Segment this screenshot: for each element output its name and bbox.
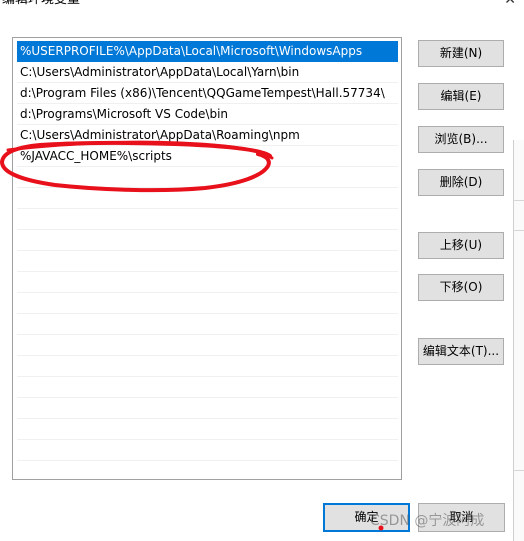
list-item-empty[interactable] xyxy=(17,167,398,188)
browse-button[interactable]: 浏览(B)... xyxy=(418,126,504,153)
list-item[interactable]: C:\Users\Administrator\AppData\Local\Yar… xyxy=(17,62,398,83)
edit-environment-variable-dialog: 编辑环境变量 ✕ %USERPROFILE%\AppData\Local\Mic… xyxy=(0,0,524,541)
edit-text-button[interactable]: 编辑文本(T)... xyxy=(418,338,504,365)
window-title: 编辑环境变量 xyxy=(2,0,80,8)
background-window-divider xyxy=(513,230,524,231)
background-window-divider xyxy=(513,200,524,201)
list-item-empty[interactable] xyxy=(17,293,398,314)
list-item-empty[interactable] xyxy=(17,440,398,461)
list-item-text: C:\Users\Administrator\AppData\Local\Yar… xyxy=(20,65,300,79)
list-item[interactable]: C:\Users\Administrator\AppData\Roaming\n… xyxy=(17,125,398,146)
edit-button[interactable]: 编辑(E) xyxy=(418,83,504,110)
list-item[interactable]: d:\Programs\Microsoft VS Code\bin xyxy=(17,104,398,125)
list-item-empty[interactable] xyxy=(17,314,398,335)
list-item-text: d:\Programs\Microsoft VS Code\bin xyxy=(20,107,229,121)
list-item-text: d:\Program Files (x86)\Tencent\QQGameTem… xyxy=(20,86,385,100)
list-item[interactable]: d:\Program Files (x86)\Tencent\QQGameTem… xyxy=(17,83,398,104)
new-button[interactable]: 新建(N) xyxy=(418,40,504,67)
list-item[interactable]: %JAVACC_HOME%\scripts xyxy=(17,146,398,167)
list-item-text: C:\Users\Administrator\AppData\Roaming\n… xyxy=(20,128,300,142)
path-list[interactable]: %USERPROFILE%\AppData\Local\Microsoft\Wi… xyxy=(12,37,402,480)
list-item-empty[interactable] xyxy=(17,230,398,251)
delete-button[interactable]: 删除(D) xyxy=(418,169,504,196)
list-item-empty[interactable] xyxy=(17,272,398,293)
close-icon[interactable]: ✕ xyxy=(504,0,516,8)
title-bar: 编辑环境变量 ✕ xyxy=(0,0,524,8)
list-item-empty[interactable] xyxy=(17,377,398,398)
background-window-divider xyxy=(513,470,524,471)
list-item-text: %JAVACC_HOME%\scripts xyxy=(20,149,172,163)
list-item-empty[interactable] xyxy=(17,419,398,440)
watermark: CSDN @宁波阿成 xyxy=(370,513,485,529)
list-item-text: %USERPROFILE%\AppData\Local\Microsoft\Wi… xyxy=(20,44,363,58)
list-item-empty[interactable] xyxy=(17,398,398,419)
list-item-empty[interactable] xyxy=(17,251,398,272)
list-item-empty[interactable] xyxy=(17,356,398,377)
list-item-empty[interactable] xyxy=(17,335,398,356)
list-item-empty[interactable] xyxy=(17,209,398,230)
list-item[interactable]: %USERPROFILE%\AppData\Local\Microsoft\Wi… xyxy=(17,41,398,62)
move-down-button[interactable]: 下移(O) xyxy=(418,274,504,301)
list-item-empty[interactable] xyxy=(17,188,398,209)
move-up-button[interactable]: 上移(U) xyxy=(418,232,504,259)
